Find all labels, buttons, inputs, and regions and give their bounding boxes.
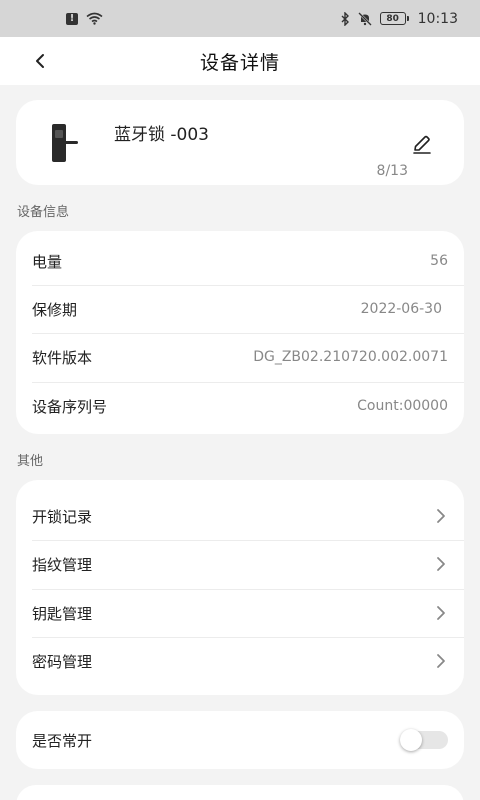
name-char-count: 8/13 bbox=[376, 163, 408, 179]
chevron-right-icon bbox=[434, 606, 448, 621]
menu-item-label: 钥匙管理 bbox=[32, 604, 93, 623]
back-button[interactable] bbox=[28, 49, 52, 73]
status-time: 10:13 bbox=[417, 10, 458, 27]
menu-item-keys[interactable]: 钥匙管理 bbox=[16, 589, 464, 638]
info-row-label: 电量 bbox=[32, 252, 63, 271]
info-row-serial: 设备序列号 Count:00000 bbox=[16, 382, 464, 431]
status-bar: ! 80 10:13 bbox=[0, 0, 480, 37]
always-open-row: 是否常开 bbox=[16, 716, 464, 765]
chevron-right-icon bbox=[434, 557, 448, 572]
info-row-value: DG_ZB02.210720.002.0071 bbox=[253, 349, 448, 366]
info-row-value: Count:00000 bbox=[357, 398, 448, 415]
chevron-right-icon bbox=[434, 654, 448, 669]
status-right: 80 10:13 bbox=[340, 11, 458, 27]
menu-item-passwords[interactable]: 密码管理 bbox=[16, 637, 464, 686]
edit-name-button[interactable] bbox=[410, 132, 434, 156]
menu-item-label: 指纹管理 bbox=[32, 555, 93, 574]
toggle-knob bbox=[400, 729, 422, 752]
always-open-toggle[interactable] bbox=[400, 729, 448, 752]
section-label-info: 设备信息 bbox=[17, 205, 70, 220]
menu-item-label: 开锁记录 bbox=[32, 507, 93, 526]
device-card: 蓝牙锁 -003 8/13 bbox=[16, 100, 464, 185]
info-row-label: 设备序列号 bbox=[32, 397, 108, 416]
info-row-warranty: 保修期 2022-06-30 bbox=[16, 285, 464, 334]
menu-item-label: 密码管理 bbox=[32, 652, 93, 671]
app-header: 设备详情 bbox=[0, 37, 480, 85]
info-row-battery: 电量 56 bbox=[16, 237, 464, 286]
chevron-right-icon bbox=[434, 509, 448, 524]
always-open-card: 是否常开 bbox=[16, 711, 464, 769]
pencil-icon bbox=[413, 135, 431, 154]
menu-item-unlock-records[interactable]: 开锁记录 bbox=[16, 492, 464, 541]
status-left: ! bbox=[66, 12, 103, 25]
info-row-value: 56 bbox=[430, 253, 448, 270]
menu-item-fingerprint[interactable]: 指纹管理 bbox=[16, 540, 464, 589]
page-title: 设备详情 bbox=[199, 51, 280, 74]
info-row-software: 软件版本 DG_ZB02.210720.002.0071 bbox=[16, 333, 464, 382]
next-card bbox=[16, 785, 464, 800]
bluetooth-icon bbox=[341, 11, 349, 26]
alert-icon: ! bbox=[66, 12, 78, 25]
section-label-other: 其他 bbox=[17, 454, 44, 469]
info-row-value: 2022-06-30 bbox=[360, 301, 442, 318]
other-card: 开锁记录 指纹管理 钥匙管理 密码管理 bbox=[16, 480, 464, 695]
back-chevron-icon bbox=[36, 54, 44, 68]
device-name: 蓝牙锁 -003 bbox=[114, 125, 209, 145]
info-row-label: 保修期 bbox=[32, 300, 78, 319]
info-row-label: 软件版本 bbox=[32, 348, 93, 367]
info-card: 电量 56 保修期 2022-06-30 软件版本 DG_ZB02.210720… bbox=[16, 231, 464, 434]
lock-device-image bbox=[52, 124, 78, 162]
always-open-label: 是否常开 bbox=[32, 731, 93, 750]
wifi-icon bbox=[86, 12, 103, 25]
battery-icon: 80 bbox=[379, 12, 409, 25]
mute-icon bbox=[357, 11, 372, 26]
